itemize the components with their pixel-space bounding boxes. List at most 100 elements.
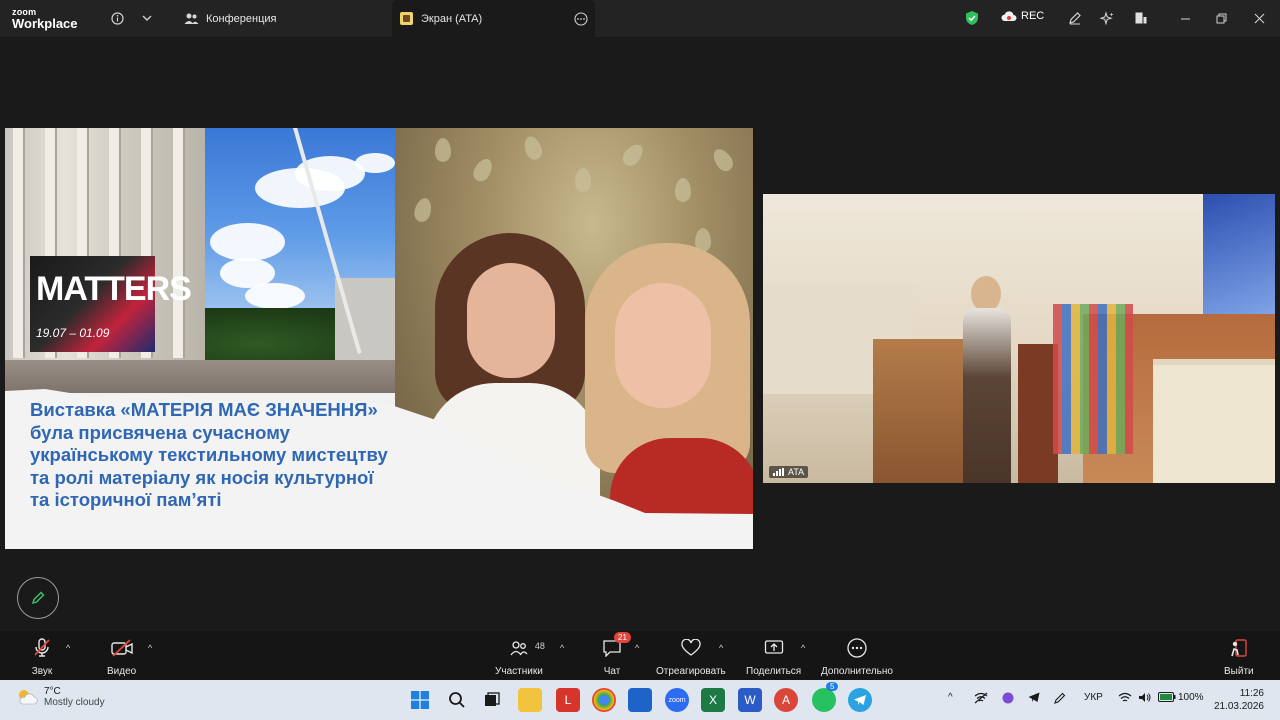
store-icon[interactable] bbox=[628, 688, 652, 712]
chat-badge: 21 bbox=[614, 632, 631, 643]
chat-button[interactable]: 21 Чат bbox=[600, 632, 631, 677]
chevron-up-icon[interactable]: ^ bbox=[148, 643, 152, 653]
telegram-icon[interactable] bbox=[848, 688, 872, 712]
react-button[interactable]: Отреагировать bbox=[656, 637, 726, 677]
acrobat-icon[interactable]: A bbox=[774, 688, 798, 712]
battery-icon[interactable] bbox=[1158, 692, 1176, 705]
windows-taskbar: 7°C Mostly cloudy L zoom X W A 5 ^ УКР 1… bbox=[0, 680, 1280, 720]
participants-button[interactable]: 48 Участники bbox=[495, 637, 545, 677]
logo-bottom-text: Workplace bbox=[12, 16, 78, 31]
leave-button[interactable]: Выйти bbox=[1224, 637, 1254, 677]
excel-icon[interactable]: X bbox=[701, 688, 725, 712]
react-label: Отреагировать bbox=[656, 666, 726, 677]
audio-button[interactable]: Звук bbox=[30, 637, 54, 677]
file-explorer-icon[interactable] bbox=[518, 688, 542, 712]
cloud-icon bbox=[1001, 10, 1017, 21]
language-indicator[interactable]: УКР bbox=[1084, 692, 1103, 703]
screen-share-tab-icon bbox=[400, 12, 413, 25]
network-off-icon[interactable] bbox=[974, 692, 988, 707]
title-bar: zoom Workplace Конференция Экран (ATA) R… bbox=[0, 0, 1280, 37]
participants-tab-icon bbox=[184, 13, 199, 24]
slide-text-line: українському текстильному мистецтву bbox=[30, 444, 388, 465]
more-button[interactable]: Дополнительно bbox=[821, 637, 893, 677]
chat-label: Чат bbox=[603, 666, 621, 677]
leaf-shape bbox=[435, 138, 451, 162]
cloudy-weather-icon bbox=[16, 689, 38, 705]
banner-dates: 19.07 – 01.09 bbox=[36, 326, 110, 340]
whatsapp-icon[interactable]: 5 bbox=[812, 682, 839, 712]
shield-icon[interactable] bbox=[963, 9, 981, 27]
microphone-muted-icon bbox=[30, 637, 54, 659]
zoom-app-icon[interactable]: zoom bbox=[665, 688, 689, 712]
telegram-tray-icon[interactable] bbox=[1028, 692, 1040, 706]
banner-title: MATTERS bbox=[36, 270, 192, 308]
more-options-icon[interactable] bbox=[574, 12, 588, 29]
search-icon[interactable] bbox=[445, 688, 469, 712]
chrome-icon[interactable] bbox=[592, 688, 616, 712]
leaf-shape bbox=[575, 168, 591, 192]
chevron-up-icon[interactable]: ^ bbox=[801, 643, 805, 653]
projector-screen bbox=[1203, 194, 1275, 314]
meeting-toolbar: Звук ^ Видео ^ 48 Участники ^ 21 Чат ^ О… bbox=[0, 631, 1280, 680]
chevron-up-icon[interactable]: ^ bbox=[719, 643, 723, 653]
minimize-icon[interactable] bbox=[1176, 9, 1194, 27]
whatsapp-badge: 5 bbox=[826, 682, 839, 691]
shared-screen[interactable]: MATTERS 19.07 – 01.09 Виставка «МАТЕРІЯ … bbox=[5, 128, 753, 549]
annotate-pen-icon[interactable] bbox=[1066, 9, 1084, 27]
more-label: Дополнительно bbox=[821, 666, 893, 677]
body bbox=[963, 308, 1011, 483]
weather-widget[interactable]: 7°C Mostly cloudy bbox=[16, 686, 105, 708]
slide-text-line: та історичної пам’яті bbox=[30, 489, 222, 510]
ai-companion-icon[interactable] bbox=[1098, 9, 1116, 27]
tab-screen-share[interactable]: Экран (ATA) bbox=[392, 0, 595, 37]
leaf-shape bbox=[619, 140, 647, 170]
clock-date: 21.03.2026 bbox=[1213, 701, 1264, 712]
tab-screen-share-label: Экран (ATA) bbox=[421, 12, 483, 25]
heart-icon bbox=[679, 637, 703, 659]
share-screen-icon bbox=[762, 637, 786, 659]
slide-text: Виставка «МАТЕРІЯ МАЄ ЗНАЧЕННЯ» була при… bbox=[30, 399, 480, 512]
book-stand bbox=[1053, 304, 1133, 454]
pen-tray-icon[interactable] bbox=[1054, 692, 1066, 707]
tab-conference[interactable]: Конференция bbox=[176, 0, 386, 37]
piano bbox=[1153, 359, 1275, 483]
task-view-icon[interactable] bbox=[480, 688, 504, 712]
annotate-button[interactable] bbox=[17, 577, 59, 619]
battery-percent: 100% bbox=[1178, 692, 1204, 703]
system-clock[interactable]: 11:26 21.03.2026 bbox=[1212, 687, 1264, 713]
participants-label: Участники bbox=[495, 666, 543, 677]
clock-time: 11:26 bbox=[1239, 688, 1264, 699]
wifi-icon[interactable] bbox=[1118, 692, 1132, 706]
chevron-up-icon[interactable]: ^ bbox=[66, 643, 70, 653]
video-button[interactable]: Видео bbox=[107, 637, 136, 677]
door bbox=[1018, 344, 1058, 483]
chevron-up-icon[interactable]: ^ bbox=[635, 643, 639, 653]
cloud-shape bbox=[245, 283, 305, 309]
chevron-down-icon[interactable] bbox=[138, 9, 156, 27]
app-l-icon[interactable]: L bbox=[556, 688, 580, 712]
participants-count: 48 bbox=[534, 641, 545, 651]
leaf-shape bbox=[470, 155, 496, 185]
viber-icon[interactable] bbox=[1002, 692, 1014, 707]
close-icon[interactable] bbox=[1250, 9, 1268, 27]
word-icon[interactable]: W bbox=[738, 688, 762, 712]
volume-icon[interactable] bbox=[1138, 692, 1152, 706]
side-panel-icon[interactable] bbox=[1132, 9, 1150, 27]
leave-icon bbox=[1227, 637, 1251, 659]
participant-video[interactable]: ATA bbox=[763, 194, 1275, 483]
restore-icon[interactable] bbox=[1212, 9, 1230, 27]
chevron-up-icon[interactable]: ^ bbox=[560, 643, 564, 653]
speaker-person bbox=[963, 276, 1011, 483]
share-screen-button[interactable]: Поделиться bbox=[746, 637, 801, 677]
info-icon[interactable] bbox=[108, 9, 126, 27]
slide-text-line: була присвячена сучасному bbox=[30, 421, 290, 443]
column bbox=[13, 128, 25, 358]
camera-off-icon bbox=[110, 637, 134, 659]
more-icon bbox=[845, 637, 869, 659]
chevron-up-icon[interactable]: ^ bbox=[948, 692, 953, 703]
slide-text-line: та ролі матеріалу як носія культурної bbox=[30, 466, 374, 488]
record-status[interactable]: REC bbox=[1000, 10, 1044, 22]
weather-temp: 7°C bbox=[44, 686, 61, 697]
column bbox=[173, 128, 185, 358]
windows-start-icon[interactable] bbox=[408, 688, 432, 712]
